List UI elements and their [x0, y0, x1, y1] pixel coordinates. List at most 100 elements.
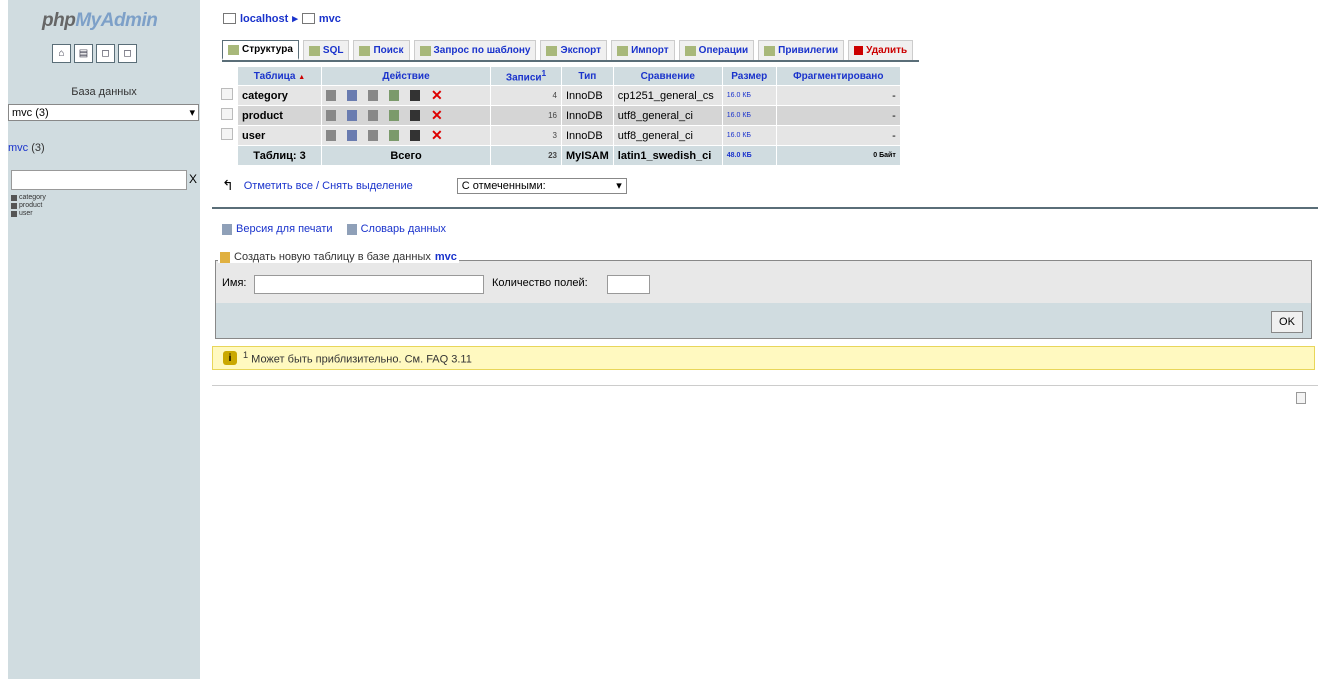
tab-privileges[interactable]: Привилегии [758, 40, 845, 60]
sql-docs-icon[interactable]: ◻ [118, 44, 137, 63]
sql-icon [308, 45, 320, 56]
dropdown-arrow-icon: ▾ [189, 107, 195, 119]
table-name-input[interactable] [254, 275, 484, 294]
col-type[interactable]: Тип [562, 67, 613, 85]
phpmyadmin-logo[interactable]: phpMyAdmin [42, 10, 158, 32]
total-label: Всего [322, 146, 490, 165]
table-footer-row: Таблиц: 3 Всего 23 MyISAM latin1_swedish… [217, 146, 900, 165]
browse-icon[interactable] [326, 130, 336, 141]
collation-value: utf8_general_ci [613, 106, 722, 125]
row-checkbox[interactable] [221, 128, 233, 140]
tab-structure[interactable]: Структура [222, 40, 299, 60]
print-links: Версия для печати Словарь данных [222, 223, 446, 235]
table-name-label: Имя: [222, 277, 247, 289]
sidebar-table-item[interactable]: category [11, 194, 46, 202]
home-icon[interactable]: ⌂ [52, 44, 71, 63]
fields-count-label: Количество полей: [492, 277, 588, 289]
overhead-value: - [776, 106, 900, 125]
records-value: 16 [491, 106, 561, 125]
database-icon [301, 13, 315, 24]
tab-query[interactable]: Запрос по шаблону [413, 40, 537, 60]
row-checkbox[interactable] [221, 88, 233, 100]
table-name[interactable]: category [238, 86, 321, 105]
table-filter-input[interactable] [11, 170, 187, 190]
insert-icon[interactable] [389, 110, 399, 121]
col-table[interactable]: Таблица ▲ [238, 67, 321, 85]
size-value[interactable]: 16.0 КБ [722, 106, 776, 125]
empty-icon[interactable] [410, 110, 420, 121]
docs-icon[interactable]: ◻ [96, 44, 115, 63]
data-dictionary-link[interactable]: Словарь данных [346, 223, 446, 235]
insert-icon[interactable] [389, 130, 399, 141]
sql-query-icon[interactable]: ▤ [74, 44, 93, 63]
query-icon [419, 45, 431, 56]
breadcrumb-db[interactable]: mvc [319, 13, 341, 25]
clear-filter-button[interactable]: X [189, 172, 197, 186]
insert-icon[interactable] [389, 90, 399, 101]
col-records[interactable]: Записи1 [491, 67, 561, 85]
structure-icon[interactable] [347, 130, 357, 141]
col-collation[interactable]: Сравнение [613, 67, 722, 85]
notice-text: 1 Может быть приблизительно. См. FAQ 3.1… [243, 350, 472, 366]
total-records: 23 [491, 146, 561, 165]
table-name[interactable]: product [238, 106, 321, 125]
tab-search[interactable]: Поиск [353, 40, 410, 60]
row-checkbox[interactable] [221, 108, 233, 120]
empty-icon[interactable] [410, 90, 420, 101]
records-value: 3 [491, 126, 561, 145]
with-selected-select[interactable]: С отмеченными: ▾ [456, 177, 627, 194]
divider [212, 385, 1318, 386]
table-row: category ✕ 4 InnoDB cp1251_general_cs 16… [217, 86, 900, 105]
import-icon [617, 45, 629, 56]
tab-export[interactable]: Экспорт [540, 40, 608, 60]
col-size[interactable]: Размер [722, 67, 776, 85]
drop-icon[interactable]: ✕ [431, 128, 443, 142]
drop-icon[interactable]: ✕ [431, 88, 443, 102]
database-select[interactable]: mvc (3) ▾ [8, 104, 199, 121]
sidebar-table-item[interactable]: product [11, 202, 46, 210]
collation-value: cp1251_general_cs [613, 86, 722, 105]
tab-operations[interactable]: Операции [678, 40, 755, 60]
records-value: 4 [491, 86, 561, 105]
search-icon[interactable] [368, 110, 378, 121]
tab-import[interactable]: Импорт [611, 40, 675, 60]
empty-icon[interactable] [410, 130, 420, 141]
check-all-link[interactable]: Отметить все / Снять выделение [244, 180, 413, 192]
table-name[interactable]: user [238, 126, 321, 145]
default-collation: latin1_swedish_ci [613, 146, 722, 165]
print-icon [222, 223, 232, 235]
type-value: InnoDB [562, 106, 613, 125]
database-label: База данных [71, 86, 137, 98]
col-overhead[interactable]: Фрагментировано [776, 67, 900, 85]
open-new-window-icon[interactable] [1296, 392, 1306, 404]
structure-icon[interactable] [347, 90, 357, 101]
breadcrumb-separator: ▸ [292, 13, 298, 25]
main-content: localhost ▸ mvc Структура SQL Поиск Запр… [208, 0, 1318, 679]
arrow-up-icon: ↰ [222, 177, 234, 193]
tab-sql[interactable]: SQL [302, 40, 350, 60]
type-value: InnoDB [562, 86, 613, 105]
divider [212, 207, 1318, 209]
size-value[interactable]: 16.0 КБ [722, 126, 776, 145]
total-size: 48.0 КБ [722, 146, 776, 165]
tab-drop[interactable]: Удалить [848, 40, 914, 60]
breadcrumb-server[interactable]: localhost [240, 13, 288, 25]
ok-button[interactable]: OK [1271, 311, 1303, 333]
sidebar-table-item[interactable]: user [11, 210, 46, 218]
operations-icon [684, 45, 696, 56]
structure-icon[interactable] [347, 110, 357, 121]
sidebar-icon-row: ⌂ ▤ ◻ ◻ [52, 44, 137, 63]
browse-icon[interactable] [326, 90, 336, 101]
drop-icon[interactable]: ✕ [431, 108, 443, 122]
fields-count-input[interactable] [607, 275, 650, 294]
search-icon[interactable] [368, 130, 378, 141]
print-view-link[interactable]: Версия для печати [222, 223, 333, 235]
collation-value: utf8_general_ci [613, 126, 722, 145]
search-icon[interactable] [368, 90, 378, 101]
database-link[interactable]: mvc (3) [8, 142, 45, 154]
browse-icon[interactable] [326, 110, 336, 121]
table-header-row: Таблица ▲ Действие Записи1 Тип Сравнение… [217, 67, 900, 85]
type-value: InnoDB [562, 126, 613, 145]
dictionary-icon [346, 223, 357, 235]
size-value[interactable]: 16.0 КБ [722, 86, 776, 105]
